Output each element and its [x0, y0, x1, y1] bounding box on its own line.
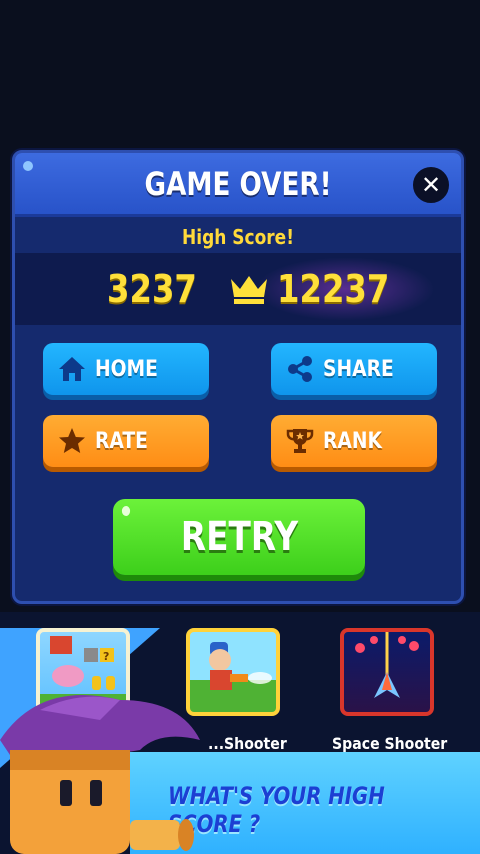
rate-label: RATE	[95, 428, 148, 454]
game-over-dialog: GAME OVER! ✕ High Score! 3237 12237 HOME…	[12, 150, 464, 604]
share-icon	[288, 356, 312, 382]
rank-label: RANK	[323, 428, 383, 454]
home-label: HOME	[95, 356, 158, 382]
rate-button[interactable]: RATE	[43, 415, 209, 467]
game-thumbnail-3[interactable]	[340, 628, 434, 716]
close-icon: ✕	[420, 171, 442, 199]
score-band: 3237 12237	[15, 253, 461, 325]
home-button[interactable]: HOME	[43, 343, 209, 395]
game-name-2[interactable]: ...Shooter	[208, 734, 287, 753]
dialog-header: GAME OVER! ✕	[15, 153, 461, 217]
retry-button[interactable]: RETRY	[113, 499, 365, 575]
retry-shine	[121, 506, 131, 516]
best-score: 12237	[277, 267, 390, 311]
current-score: 3237	[107, 267, 197, 311]
star-icon	[59, 428, 85, 453]
game-art-3	[355, 632, 419, 698]
share-button[interactable]: SHARE	[271, 343, 437, 395]
svg-text:?: ?	[103, 650, 109, 663]
share-label: SHARE	[323, 356, 394, 382]
high-score-label: High Score!	[182, 225, 294, 249]
trophy-icon	[286, 429, 314, 453]
mascot-character	[0, 695, 200, 854]
dialog-title: GAME OVER!	[144, 164, 332, 203]
rank-button[interactable]: RANK	[271, 415, 437, 467]
retry-label: RETRY	[180, 514, 298, 560]
game-name-3[interactable]: Space Shooter	[332, 734, 447, 753]
crown-icon	[231, 276, 267, 304]
home-icon	[59, 357, 85, 381]
header-shine	[23, 161, 33, 171]
close-button[interactable]: ✕	[413, 167, 449, 203]
